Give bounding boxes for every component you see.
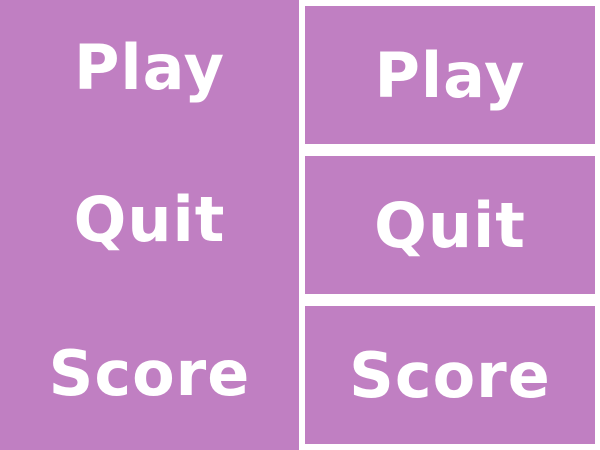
left-menu-panel: Play Quit Score: [0, 0, 299, 450]
menu-screen: Play Quit Score Play Quit Score: [0, 0, 600, 450]
left-quit-button[interactable]: Quit: [0, 164, 299, 274]
left-score-button[interactable]: Score: [0, 318, 299, 428]
right-quit-button[interactable]: Quit: [305, 156, 595, 294]
right-play-button[interactable]: Play: [305, 6, 595, 144]
right-score-button[interactable]: Score: [305, 306, 595, 444]
left-play-button[interactable]: Play: [0, 12, 299, 122]
